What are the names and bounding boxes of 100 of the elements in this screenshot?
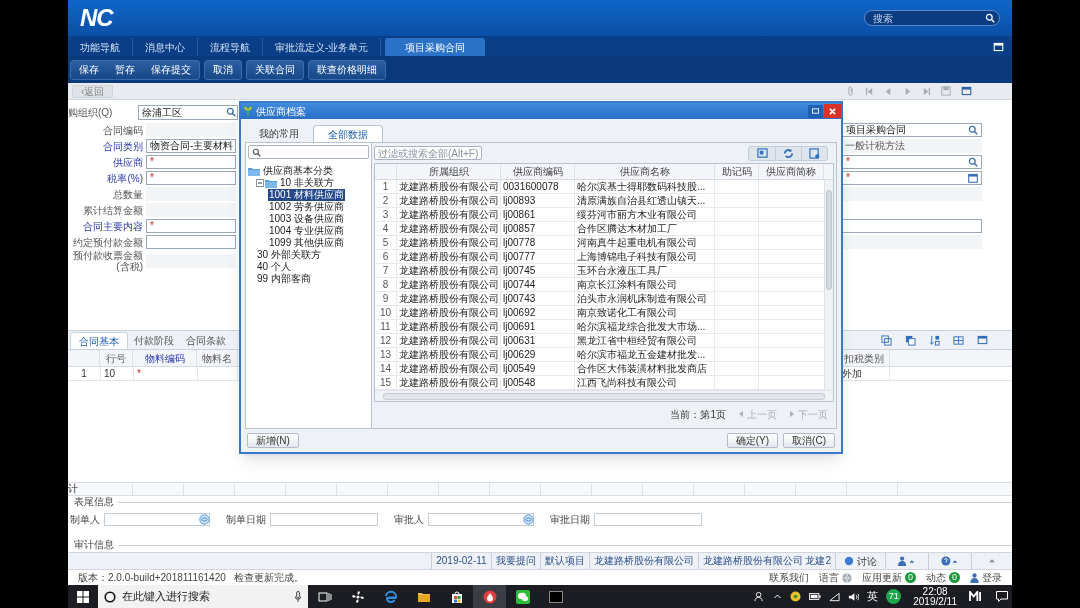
copy-icon[interactable] <box>881 335 892 346</box>
tree-item[interactable]: 1001 材料供应商 <box>268 189 346 201</box>
search-icon[interactable] <box>968 125 978 135</box>
table-cell: 南京长江涂料有限公司 <box>575 278 715 291</box>
refresh-icon[interactable] <box>783 147 794 159</box>
footer-link[interactable]: 语言 <box>819 570 852 585</box>
cancel-button[interactable]: 取消(C) <box>783 433 835 448</box>
input-field[interactable]: * <box>146 155 236 169</box>
paperclip-icon[interactable] <box>846 86 855 96</box>
tree-item[interactable]: 10 非关联方 <box>279 177 335 189</box>
footer-link[interactable]: 联系我们 <box>769 570 809 585</box>
grid-icon[interactable] <box>953 335 964 346</box>
terminal-icon[interactable] <box>548 589 563 604</box>
footer-link[interactable]: 应用更新 0 <box>862 570 916 585</box>
table-cell: 黑龙江省中桓经贸有限公司 <box>575 334 715 347</box>
reference-icon[interactable] <box>523 513 534 525</box>
toolbar-button[interactable]: 关联合同 <box>247 60 303 79</box>
clock[interactable]: 22:08 2019/2/11 <box>909 586 961 607</box>
display-icon[interactable] <box>756 147 768 159</box>
search-icon[interactable] <box>252 147 261 157</box>
tree-item[interactable]: 40 个人 <box>256 261 292 273</box>
nav-tab[interactable]: 项目采购合同 <box>385 38 486 56</box>
input-method-indicator[interactable]: 英 <box>867 588 879 605</box>
caret-up-icon[interactable] <box>773 592 783 601</box>
toolbar-button[interactable]: 保存 <box>71 60 107 79</box>
lookup-field[interactable]: 项目采购合同 <box>842 123 982 137</box>
tab[interactable]: 付款阶段 <box>128 332 180 349</box>
microphone-icon[interactable] <box>294 591 302 602</box>
horizontal-scrollbar[interactable] <box>375 390 833 401</box>
reference-icon[interactable] <box>199 513 210 525</box>
tree-item[interactable]: 99 内部客商 <box>256 273 312 285</box>
status-item: 我要提问 <box>490 553 540 569</box>
caret-up-icon[interactable] <box>988 557 996 565</box>
windows-icon[interactable] <box>77 590 89 603</box>
tab[interactable]: 合同条款 <box>180 332 232 349</box>
calendar-icon[interactable] <box>968 173 978 183</box>
drop-icon[interactable] <box>482 589 497 604</box>
input-field[interactable]: * <box>146 171 236 185</box>
browser-icon[interactable] <box>383 589 398 604</box>
toolbar-button[interactable]: 取消 <box>205 60 241 79</box>
footer-link[interactable]: 动态 0 <box>926 570 960 585</box>
tree-item[interactable]: 供应商基本分类 <box>262 165 334 177</box>
window-icon[interactable] <box>961 86 972 96</box>
total-label: 计 <box>68 483 79 495</box>
volume-icon[interactable] <box>848 591 860 602</box>
tab[interactable]: 我的常用 <box>249 125 309 142</box>
org-field[interactable]: 徐浦工区 <box>138 104 238 120</box>
input-field[interactable]: 物资合同-主要材料 <box>146 139 236 153</box>
bag-icon[interactable] <box>449 589 464 604</box>
collapse-icon[interactable] <box>256 179 264 187</box>
lookup-field[interactable]: * <box>842 155 982 169</box>
table-cell: 龙建路桥股份有限公司 <box>397 236 501 249</box>
date-field[interactable]: * <box>842 171 982 185</box>
battery-icon[interactable] <box>809 592 822 601</box>
search-field[interactable]: 搜索 <box>864 10 1000 26</box>
ok-button[interactable]: 确定(Y) <box>726 433 779 448</box>
toolbar-button[interactable]: 联查价格明细 <box>309 60 385 79</box>
settings-icon[interactable] <box>809 147 820 159</box>
sort-icon[interactable] <box>929 335 940 346</box>
date-field[interactable] <box>594 512 702 526</box>
search-icon[interactable] <box>985 13 995 23</box>
tab[interactable]: 合同基本 <box>70 332 128 349</box>
taskbar-search-field[interactable]: 在此键入进行搜索 <box>98 585 308 608</box>
copy-icon[interactable] <box>905 335 916 346</box>
lookup-field[interactable] <box>428 512 534 526</box>
footer-link[interactable]: 登录 <box>970 570 1002 585</box>
vertical-scrollbar[interactable] <box>824 180 833 390</box>
tree-item[interactable]: 1003 设备供应商 <box>268 213 346 225</box>
lookup-field[interactable] <box>104 512 210 526</box>
search-field[interactable] <box>248 145 369 159</box>
search-icon[interactable] <box>226 107 236 117</box>
input-field[interactable] <box>842 219 982 233</box>
tree-item[interactable]: 1002 劳务供应商 <box>268 201 346 213</box>
input-field[interactable]: * <box>146 219 236 233</box>
new-button[interactable]: 新增(N) <box>247 433 299 448</box>
app-logo-icon[interactable] <box>969 591 982 602</box>
task-view-icon[interactable] <box>317 589 332 604</box>
row-number: 4 <box>375 222 397 235</box>
toolbar-button[interactable]: 暂存 <box>107 60 143 79</box>
discuss-button[interactable]: 讨论 <box>835 553 885 569</box>
tray-app-icon[interactable] <box>790 591 802 602</box>
table-cell: 龙建路桥股份有限公司 <box>397 222 501 235</box>
tree-item[interactable]: 1099 其他供应商 <box>268 237 346 249</box>
dialog-title: 供应商档案 <box>256 104 306 119</box>
fan-icon[interactable] <box>350 589 365 604</box>
tab[interactable]: 全部数据 <box>313 125 383 142</box>
toolbar-button[interactable]: 保存提交 <box>143 60 199 79</box>
close-button[interactable] <box>824 104 841 118</box>
search-icon[interactable] <box>968 157 978 167</box>
people-icon[interactable] <box>754 591 766 602</box>
wifi-icon[interactable] <box>829 591 841 602</box>
maximize-button[interactable] <box>808 104 823 118</box>
date-field[interactable] <box>270 512 378 526</box>
table-cell: 10 <box>100 367 133 380</box>
window-icon[interactable] <box>977 335 988 345</box>
input-field[interactable] <box>146 235 236 249</box>
field-label: 税率(%) <box>106 172 144 184</box>
notification-icon[interactable] <box>996 591 1008 602</box>
tree-item[interactable]: 30 外部关联方 <box>256 249 322 261</box>
tree-item[interactable]: 1004 专业供应商 <box>268 225 346 237</box>
